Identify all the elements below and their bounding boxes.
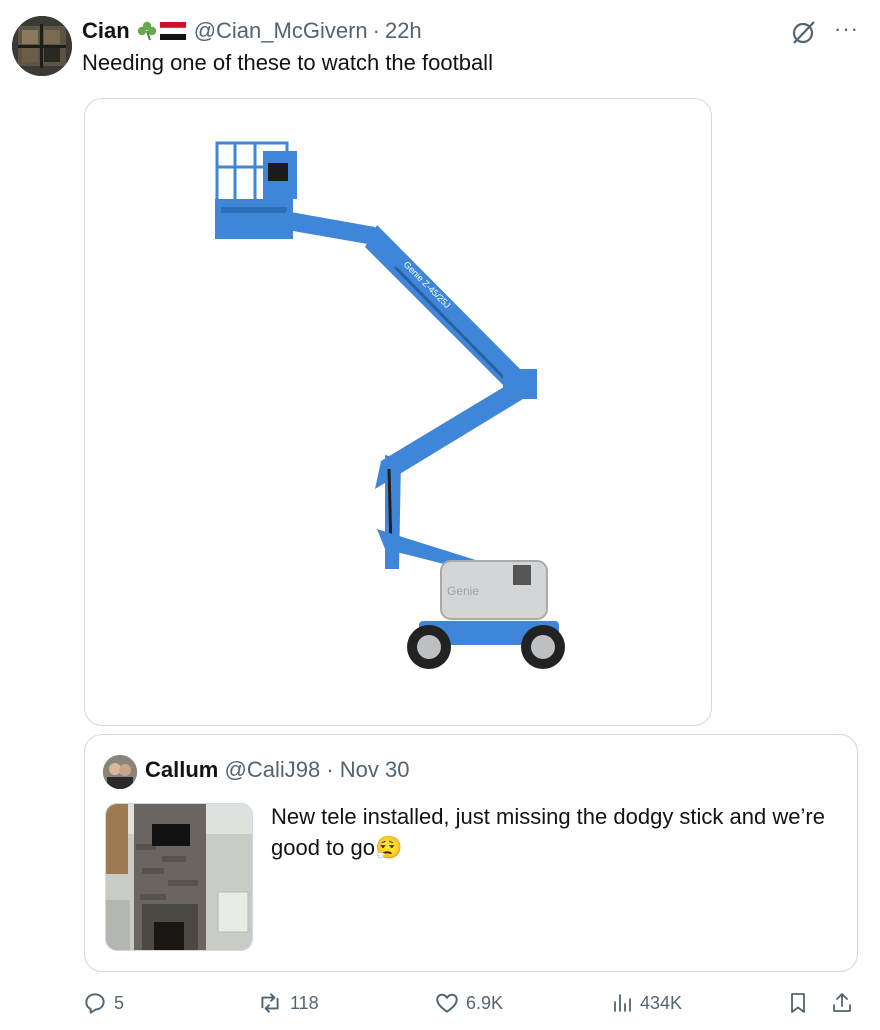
author-name[interactable]: Cian	[82, 18, 130, 44]
grok-icon[interactable]	[788, 18, 818, 48]
tweet-actions: 5 118 6.9K 434K	[0, 982, 880, 1024]
quoted-date[interactable]: Nov 30	[340, 757, 410, 782]
heart-icon	[436, 993, 458, 1013]
reply-button[interactable]: 5	[82, 990, 124, 1016]
retweet-icon	[261, 993, 279, 1013]
bookmark-icon	[791, 993, 805, 1013]
quoted-separator: ·	[326, 757, 334, 782]
meta-separator: ·	[372, 18, 380, 43]
quoted-author-name[interactable]: Callum	[145, 757, 218, 782]
quoted-header: Callum @CaliJ98 · Nov 30	[145, 757, 409, 783]
author-handle[interactable]: @Cian_McGivern	[194, 18, 368, 44]
tweet-time[interactable]: 22h	[385, 18, 422, 44]
tweet-header: Cian @Cian_McGivern · 22h	[82, 16, 422, 46]
views-count: 434K	[640, 992, 683, 1013]
quoted-text-body: New tele installed, just missing the dod…	[271, 804, 825, 860]
quoted-author-avatar[interactable]	[103, 755, 137, 789]
author-avatar[interactable]	[12, 16, 72, 76]
reply-count: 5	[114, 992, 125, 1013]
quoted-tweet[interactable]: Callum @CaliJ98 · Nov 30 New tele instal…	[84, 734, 858, 972]
flag-icon	[159, 22, 186, 40]
quoted-author-handle[interactable]: @CaliJ98	[224, 757, 320, 782]
views-button[interactable]: 434K	[610, 990, 682, 1016]
shamrock-icon	[137, 21, 156, 41]
more-options-icon[interactable]: ···	[834, 16, 859, 42]
tweet-text: Needing one of these to watch the footba…	[82, 50, 493, 75]
turret-brand-text: Genie	[447, 584, 479, 598]
author-emoji-flags	[136, 20, 186, 42]
share-icon	[833, 993, 851, 1012]
bookmark-button[interactable]	[786, 990, 810, 1016]
quoted-tweet-text: New tele installed, just missing the dod…	[271, 801, 831, 863]
views-icon	[614, 994, 631, 1012]
tweet-media[interactable]: Genie Genie Z-45/25J	[84, 98, 712, 726]
reply-icon	[85, 993, 105, 1014]
retweet-count: 118	[290, 992, 319, 1013]
retweet-button[interactable]: 118	[256, 990, 319, 1016]
share-button[interactable]	[830, 990, 854, 1016]
sighing-face-icon: 😮‍💨	[374, 835, 403, 860]
like-button[interactable]: 6.9K	[434, 990, 503, 1016]
quoted-media-thumbnail[interactable]	[105, 803, 253, 951]
like-count: 6.9K	[466, 992, 504, 1013]
boom-lift-image: Genie Genie Z-45/25J	[215, 141, 565, 669]
